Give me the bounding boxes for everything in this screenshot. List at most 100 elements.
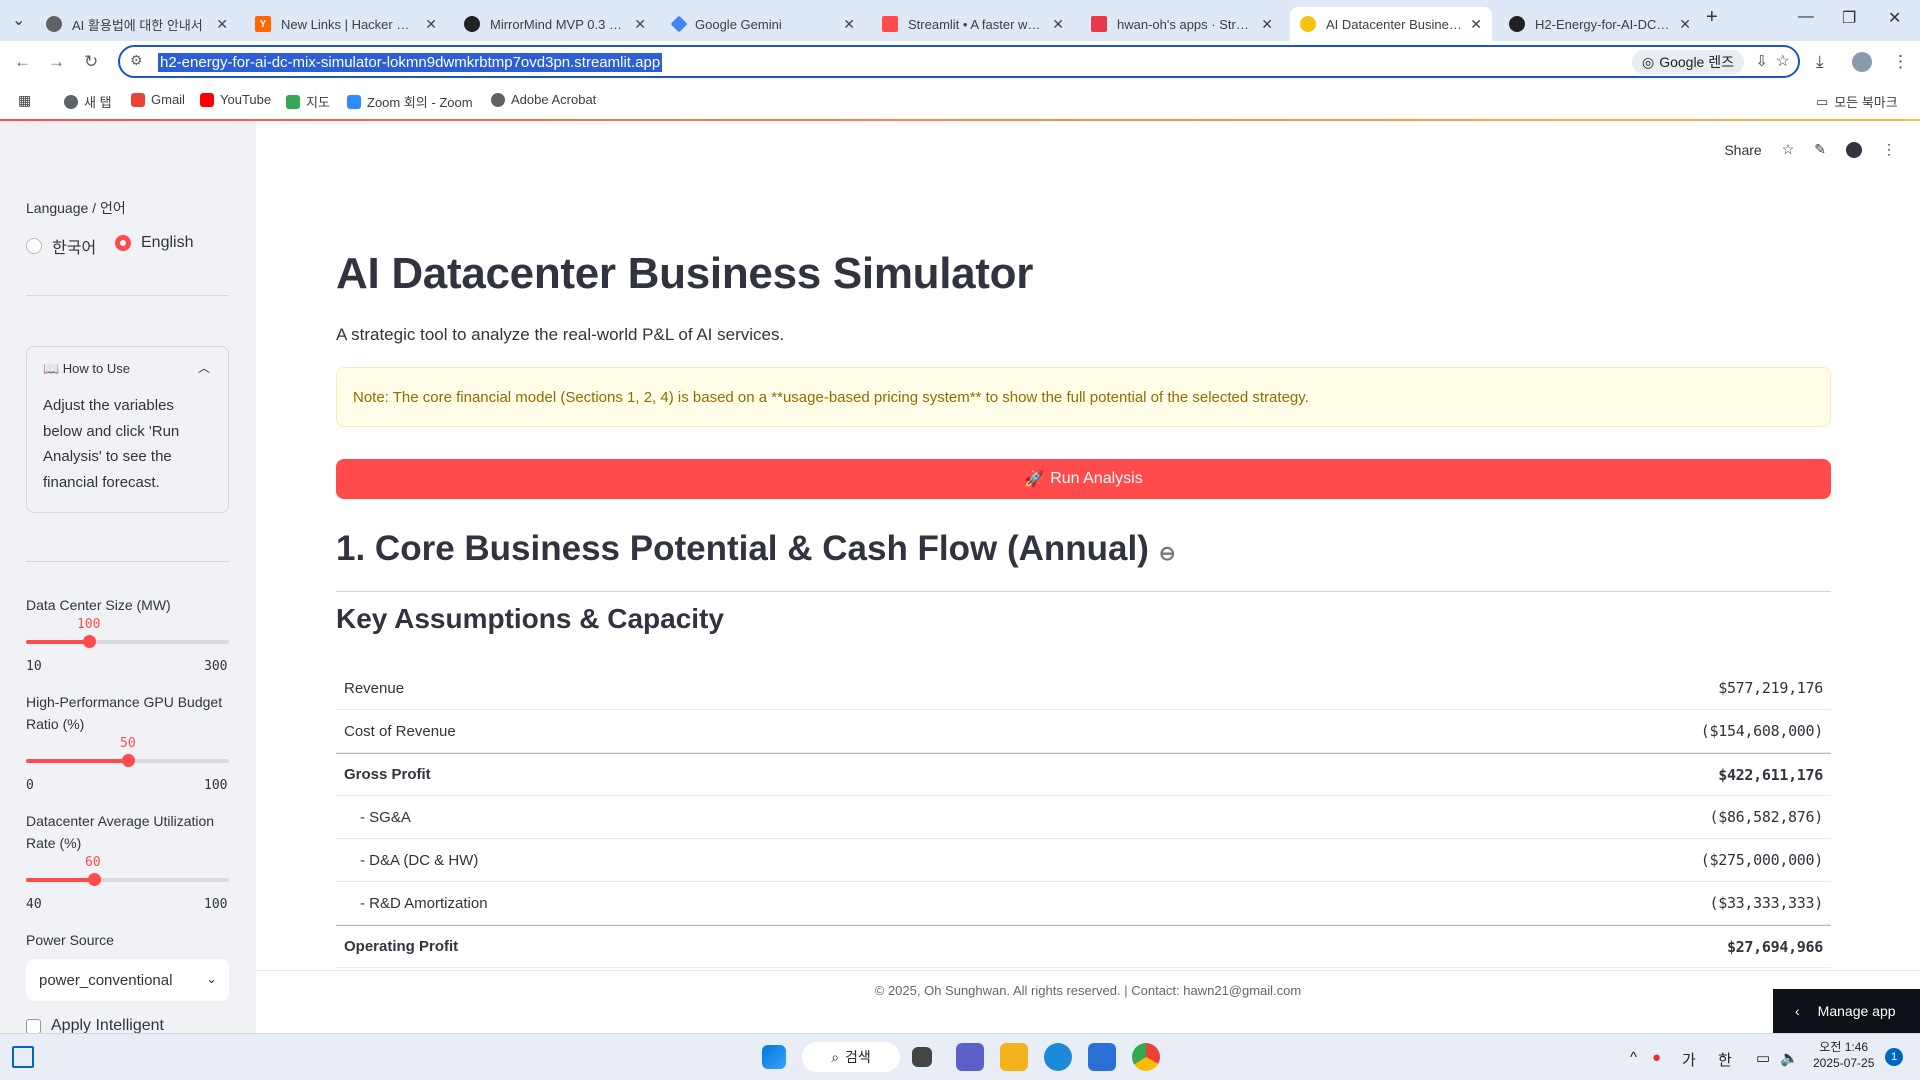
tab-search-icon[interactable]: ⌄ — [12, 10, 25, 30]
browser-tab[interactable]: Streamlit • A faster way t ✕ — [872, 7, 1074, 41]
pl-row: Operating Profit $27,694,966 — [336, 925, 1831, 968]
tab-title: AI Datacenter Business S — [1326, 16, 1463, 32]
file-explorer-icon[interactable] — [1000, 1043, 1028, 1071]
minimize-icon[interactable]: — — [1798, 8, 1814, 26]
ime-mode[interactable]: 가 — [1682, 1049, 1696, 1070]
bookmark-gmail[interactable]: Gmail — [131, 92, 185, 107]
browser-tab-active[interactable]: AI Datacenter Business S ✕ — [1290, 7, 1492, 41]
windows-start-icon[interactable] — [762, 1045, 786, 1069]
anchor-link-icon[interactable]: ⊖ — [1159, 543, 1176, 565]
browser-tab[interactable]: Google Gemini ✕ — [663, 7, 865, 41]
notification-badge[interactable]: 1 — [1885, 1048, 1903, 1066]
slider-min: 0 — [26, 778, 34, 793]
edit-icon[interactable]: ✎ — [1814, 141, 1826, 158]
power-source-label: Power Source — [26, 932, 114, 948]
checkbox-box[interactable] — [26, 1018, 41, 1033]
all-bookmarks[interactable]: ▭ 모든 북마크 — [1816, 92, 1898, 111]
slider-value: 100 — [77, 617, 101, 632]
edge-icon[interactable] — [1044, 1043, 1072, 1071]
downloads-icon[interactable]: ⤓ — [1816, 52, 1824, 72]
slider-thumb[interactable] — [121, 754, 135, 767]
browser-tab[interactable]: hwan-oh's apps · Stream ✕ — [1081, 7, 1283, 41]
slider-fill — [26, 759, 128, 763]
show-hidden-icons[interactable]: ^ — [1630, 1049, 1637, 1066]
more-menu-icon[interactable]: ⋮ — [1882, 141, 1896, 158]
radio-korean[interactable]: 한국어 — [26, 234, 96, 258]
url-text[interactable]: h2-energy-for-ai-dc-mix-simulator-lokmn9… — [158, 53, 663, 72]
bookmark-zoom[interactable]: Zoom 회의 - Zoom — [347, 92, 473, 111]
install-app-icon[interactable]: ⇩ — [1755, 52, 1768, 70]
teams-icon[interactable] — [956, 1043, 984, 1071]
power-source-select[interactable]: power_conventional ⌄ — [26, 959, 229, 1001]
utilization-rate-slider[interactable] — [26, 873, 229, 886]
lens-label: Google 렌즈 — [1659, 54, 1734, 70]
ime-language[interactable]: 한 — [1718, 1049, 1732, 1070]
apps-grid-icon[interactable]: ▦ — [18, 92, 31, 109]
slider-thumb[interactable] — [82, 635, 96, 648]
bookmark-acrobat[interactable]: Adobe Acrobat — [491, 92, 596, 107]
close-tab-icon[interactable]: ✕ — [216, 16, 228, 33]
slider-label: Data Center Size (MW) — [26, 597, 171, 613]
clock[interactable]: 오전 1:46 2025-07-25 — [1813, 1039, 1874, 1071]
browser-tab[interactable]: AI 활용법에 대한 안내서 ✕ — [36, 7, 238, 41]
browser-tab[interactable]: H2-Energy-for-AI-DC-Mi ✕ — [1499, 7, 1701, 41]
store-icon[interactable] — [1088, 1043, 1116, 1071]
google-lens-button[interactable]: ◎ Google 렌즈 — [1631, 50, 1744, 74]
volume-icon[interactable]: 🔈 — [1780, 1049, 1799, 1067]
footer-text: © 2025, Oh Sunghwan. All rights reserved… — [874, 983, 1302, 998]
close-tab-icon[interactable]: ✕ — [1679, 16, 1691, 33]
bookmark-youtube[interactable]: YouTube — [200, 92, 271, 107]
chrome-icon[interactable] — [1132, 1043, 1160, 1071]
section-title: 1. Core Business Potential & Cash Flow (… — [336, 529, 1149, 568]
task-view-icon[interactable] — [912, 1047, 932, 1067]
slider-max: 100 — [204, 778, 228, 793]
globe-icon — [491, 92, 505, 107]
close-tab-icon[interactable]: ✕ — [1052, 16, 1064, 33]
share-button[interactable]: Share — [1724, 142, 1761, 158]
tab-title: AI 활용법에 대한 안내서 — [72, 17, 203, 33]
browser-tab[interactable]: Y New Links | Hacker News ✕ — [245, 7, 447, 41]
forward-icon[interactable]: → — [48, 52, 65, 72]
run-analysis-button[interactable]: 🚀 Run Analysis — [336, 459, 1831, 499]
divider — [26, 295, 229, 296]
bookmark-maps[interactable]: 지도 — [286, 92, 330, 111]
network-icon[interactable]: ▭ — [1756, 1049, 1770, 1067]
radio-english[interactable]: English — [115, 234, 193, 252]
taskbar-search[interactable]: ⌕ 검색 — [802, 1042, 900, 1072]
close-tab-icon[interactable]: ✕ — [634, 16, 646, 33]
star-icon[interactable]: ☆ — [1782, 141, 1795, 158]
bookmark-star-icon[interactable]: ☆ — [1776, 51, 1790, 71]
back-icon[interactable]: ← — [14, 52, 31, 72]
tab-favicon-icon: Y — [255, 16, 271, 32]
close-tab-icon[interactable]: ✕ — [1470, 16, 1482, 33]
globe-icon — [64, 94, 78, 109]
profile-avatar[interactable] — [1852, 52, 1872, 72]
datacenter-size-slider[interactable] — [26, 635, 229, 648]
apply-intelligent-checkbox[interactable]: Apply Intelligent — [26, 1017, 164, 1033]
chevron-up-icon[interactable]: ︿ — [198, 359, 210, 376]
github-icon[interactable] — [1846, 141, 1862, 158]
pl-row: - SG&A ($86,582,876) — [336, 796, 1831, 839]
manage-app-button[interactable]: ‹ Manage app — [1773, 989, 1920, 1033]
new-tab-icon[interactable]: + — [1706, 6, 1718, 29]
howto-expander[interactable]: 📖 How to Use ︿ Adjust the variables belo… — [26, 346, 229, 513]
close-tab-icon[interactable]: ✕ — [843, 16, 855, 33]
close-tab-icon[interactable]: ✕ — [425, 16, 437, 33]
bookmark-label: Zoom 회의 - Zoom — [367, 95, 473, 110]
close-tab-icon[interactable]: ✕ — [1261, 16, 1273, 33]
reload-icon[interactable]: ↻ — [84, 52, 98, 72]
tab-title: H2-Energy-for-AI-DC-Mi — [1535, 16, 1672, 32]
address-bar[interactable]: ⚙ h2-energy-for-ai-dc-mix-simulator-lokm… — [118, 45, 1800, 78]
site-info-icon[interactable]: ⚙ — [130, 52, 143, 69]
security-icon[interactable]: ● — [1652, 1049, 1661, 1066]
browser-tab[interactable]: MirrorMind MVP 0.3 · Str ✕ — [454, 7, 656, 41]
widgets-icon[interactable] — [12, 1046, 34, 1068]
gpu-budget-slider[interactable] — [26, 754, 229, 767]
bookmark-new-tab[interactable]: 새 탭 — [64, 92, 112, 111]
close-window-icon[interactable]: ✕ — [1888, 8, 1901, 28]
chevron-left-icon: ‹ — [1795, 1003, 1800, 1019]
howto-title: 📖 How to Use — [43, 361, 130, 376]
browser-menu-icon[interactable]: ⋮ — [1892, 52, 1909, 72]
restore-icon[interactable]: ❐ — [1842, 8, 1856, 28]
slider-thumb[interactable] — [87, 873, 101, 886]
